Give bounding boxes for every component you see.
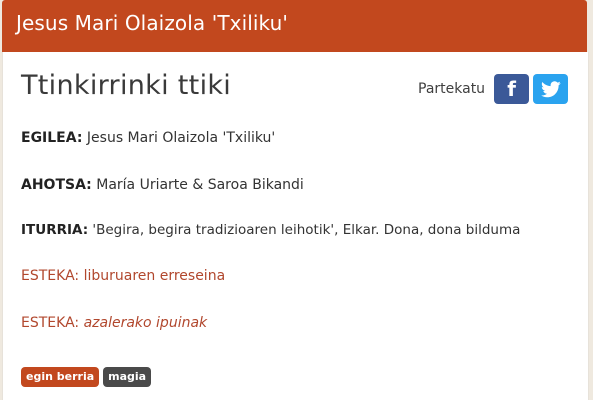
twitter-share-button[interactable] (533, 74, 569, 104)
twitter-icon (540, 80, 561, 97)
page-title: Ttinkirrinki ttiki (21, 70, 232, 101)
tag-magia[interactable]: magia (103, 367, 152, 387)
link-row-review: ESTEKA: liburuaren erreseina (21, 268, 225, 284)
voice-key: AHOTSA: (21, 177, 92, 193)
voice-value: María Uriarte & Saroa Bikandi (96, 177, 304, 193)
facebook-share-button[interactable]: f (494, 74, 530, 104)
source-row: ITURRIA: 'Begira, begira tradizioaren le… (21, 222, 520, 238)
author-value: Jesus Mari Olaizola 'Txiliku' (86, 130, 276, 146)
cover-stories-link[interactable]: azalerako ipuinak (84, 315, 208, 331)
source-key: ITURRIA: (21, 222, 89, 238)
book-review-link[interactable]: liburuaren erreseina (84, 268, 226, 284)
source-value: 'Begira, begira tradizioaren leihotik', … (92, 222, 521, 238)
page-frame: Jesus Mari Olaizola 'Txiliku' Ttinkirrin… (0, 0, 593, 400)
tag-list: egin berria magia (21, 367, 155, 387)
link-prefix: ESTEKA: (21, 315, 80, 331)
share-bar: Partekatu f (418, 74, 569, 104)
tag-egin-berria[interactable]: egin berria (21, 367, 100, 387)
header-bar: Jesus Mari Olaizola 'Txiliku' (2, 0, 587, 52)
author-row: EGILEA: Jesus Mari Olaizola 'Txiliku' (21, 130, 275, 146)
content-card: Ttinkirrinki ttiki Partekatu f EGILEA: J… (2, 52, 589, 400)
author-key: EGILEA: (21, 130, 83, 146)
facebook-icon: f (507, 77, 516, 101)
link-prefix: ESTEKA: (21, 268, 80, 284)
header-title: Jesus Mari Olaizola 'Txiliku' (16, 11, 289, 35)
link-row-stories: ESTEKA: azalerako ipuinak (21, 315, 207, 331)
voice-row: AHOTSA: María Uriarte & Saroa Bikandi (21, 177, 304, 193)
share-label: Partekatu (418, 81, 486, 97)
